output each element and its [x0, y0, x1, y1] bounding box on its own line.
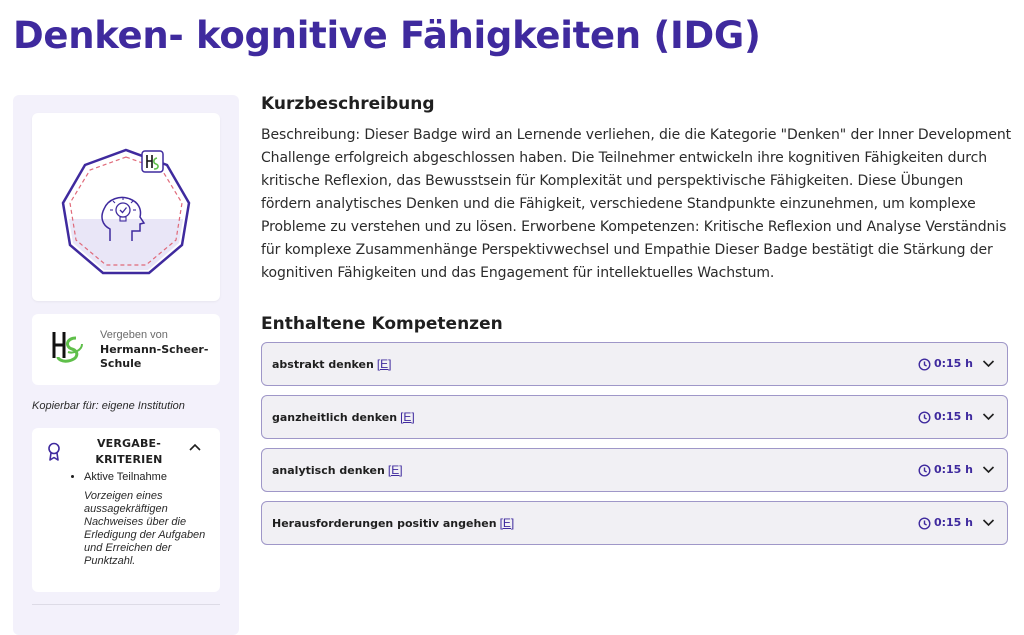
divider — [32, 604, 220, 605]
competencies-heading: Enthaltene Kompetenzen — [261, 314, 503, 334]
competency-name-wrap: analytisch denken [E] — [272, 463, 403, 477]
competency-name: Herausforderungen positiv angehen — [272, 517, 497, 530]
badge-image-card — [32, 113, 220, 301]
criteria-list: Aktive Teilnahme — [72, 471, 212, 483]
competency-time: 0:15 h — [933, 357, 973, 370]
competency-name-wrap: ganzheitlich denken [E] — [272, 410, 415, 424]
clock-icon — [918, 517, 931, 530]
competency-name-wrap: Herausforderungen positiv angehen [E] — [272, 516, 514, 530]
competency-name: abstrakt denken — [272, 358, 374, 371]
criteria-description: Vorzeigen eines aussagekräftigen Nachwei… — [84, 490, 206, 567]
competency-name: ganzheitlich denken — [272, 411, 398, 424]
chevron-down-icon[interactable] — [982, 412, 995, 421]
competency-link[interactable]: [E] — [400, 410, 415, 424]
competency-item[interactable]: abstrakt denken [E] 0:15 h — [261, 342, 1008, 386]
page-title: Denken- kognitive Fähigkeiten (IDG) — [13, 14, 761, 57]
award-ribbon-icon — [48, 442, 60, 461]
sidebar: Vergeben von Hermann-Scheer-Schule Kopie… — [13, 95, 239, 635]
clock-icon — [918, 358, 931, 371]
clock-icon — [918, 464, 931, 477]
issuer-name[interactable]: Hermann-Scheer-Schule — [100, 343, 215, 371]
competency-link[interactable]: [E] — [388, 463, 403, 477]
chevron-down-icon[interactable] — [982, 359, 995, 368]
summary-section: Kurzbeschreibung — [261, 94, 1011, 114]
hss-logo-icon — [52, 332, 83, 363]
competency-time: 0:15 h — [933, 516, 973, 529]
summary-heading: Kurzbeschreibung — [261, 94, 435, 114]
chevron-up-icon[interactable] — [188, 442, 202, 452]
competency-item[interactable]: ganzheitlich denken [E] 0:15 h — [261, 395, 1008, 439]
clock-icon — [918, 411, 931, 424]
competency-name: analytisch denken — [272, 464, 385, 477]
criteria-title: VERGABE-KRITERIEN — [95, 437, 163, 466]
issuer-label: Vergeben von — [100, 329, 168, 341]
summary-text: Beschreibung: Dieser Badge wird an Lerne… — [261, 127, 1012, 281]
competencies-list: abstrakt denken [E] 0:15 h ganzheitlich d… — [261, 342, 1008, 554]
lightbulb-head-badge-icon — [61, 148, 191, 275]
copyable-note: Kopierbar für: eigene Institution — [32, 400, 185, 412]
competency-link[interactable]: [E] — [500, 516, 515, 530]
competency-time: 0:15 h — [933, 410, 973, 423]
criteria-item: Aktive Teilnahme — [84, 471, 212, 483]
competency-name-wrap: abstrakt denken [E] — [272, 357, 392, 371]
chevron-down-icon[interactable] — [982, 518, 995, 527]
competency-time: 0:15 h — [933, 463, 973, 476]
competency-item[interactable]: analytisch denken [E] 0:15 h — [261, 448, 1008, 492]
issuer-card[interactable]: Vergeben von Hermann-Scheer-Schule — [32, 314, 220, 385]
criteria-panel: VERGABE-KRITERIEN Aktive Teilnahme Vorze… — [32, 428, 220, 592]
competency-item[interactable]: Herausforderungen positiv angehen [E] 0:1… — [261, 501, 1008, 545]
chevron-down-icon[interactable] — [982, 465, 995, 474]
competency-link[interactable]: [E] — [377, 357, 392, 371]
